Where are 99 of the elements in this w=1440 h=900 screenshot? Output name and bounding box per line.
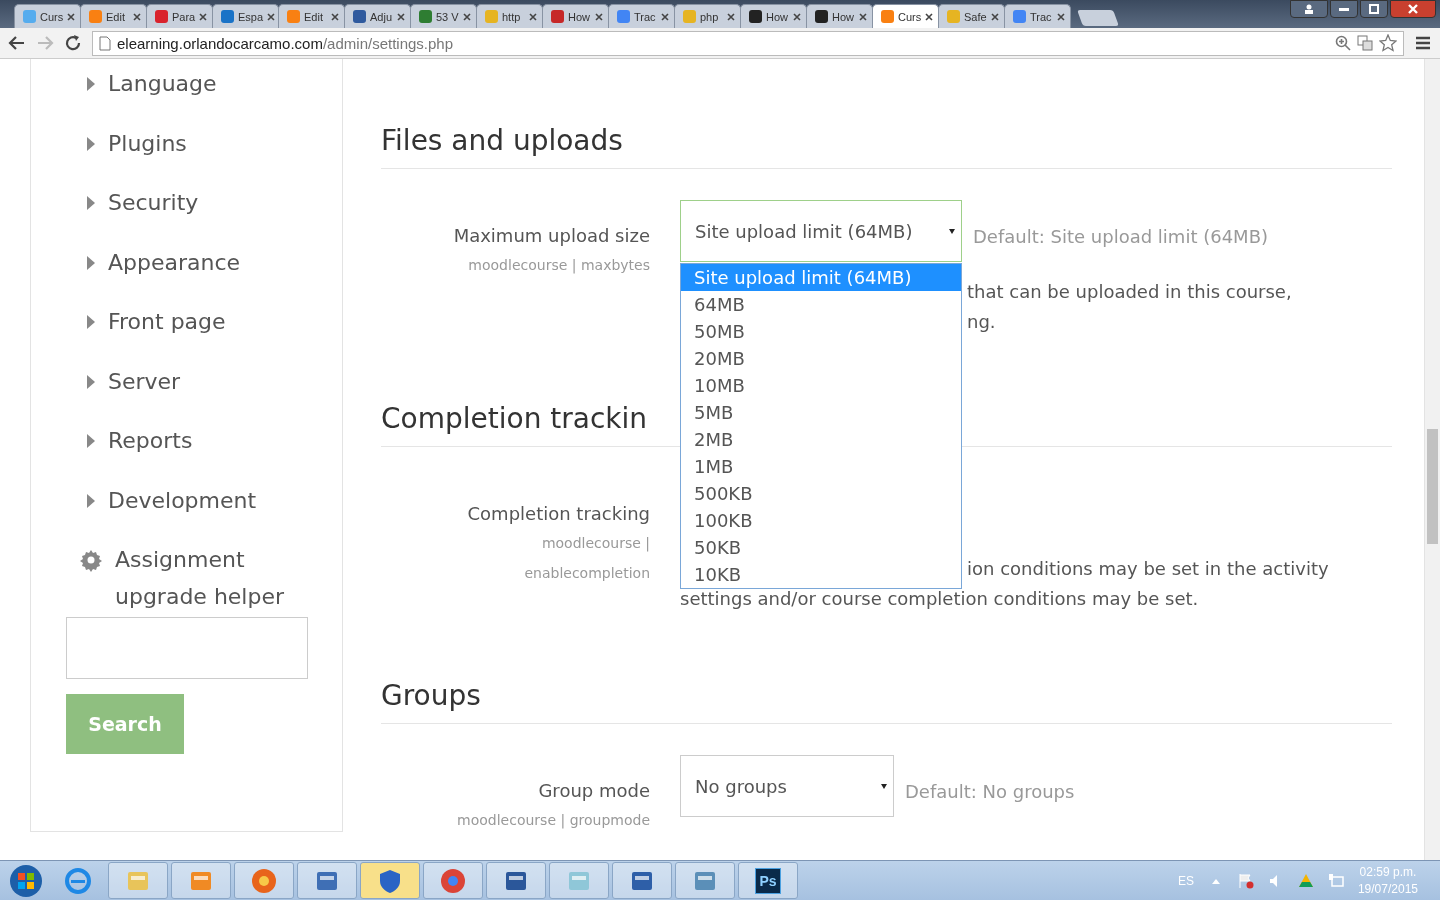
browser-tab[interactable]: 53 V	[410, 4, 477, 28]
setting-description: ng.	[967, 310, 996, 334]
expand-arrow-icon[interactable]	[86, 492, 96, 509]
browser-tab[interactable]: Adju	[344, 4, 411, 28]
section-heading: Groups	[381, 671, 1392, 724]
zoom-icon[interactable]	[1335, 35, 1351, 51]
sidebar-item[interactable]: Reports	[108, 422, 308, 459]
menu-icon[interactable]	[1414, 34, 1432, 52]
browser-tab[interactable]: Curs	[14, 4, 81, 28]
select-field[interactable]: No groups	[680, 755, 894, 817]
close-icon[interactable]	[397, 12, 405, 21]
expand-arrow-icon[interactable]	[86, 135, 96, 152]
browser-tab[interactable]: How	[542, 4, 609, 28]
default-value: Default: No groups	[905, 780, 1075, 802]
browser-tab[interactable]: Para	[146, 4, 213, 28]
setting-label: Completion tracking	[467, 503, 650, 524]
close-icon[interactable]	[595, 12, 603, 21]
sidebar-item[interactable]: Appearance	[108, 243, 308, 281]
close-icon[interactable]	[727, 12, 735, 21]
taskbar-button[interactable]	[486, 862, 546, 899]
person-icon	[1304, 4, 1314, 14]
scrollbar[interactable]	[1424, 59, 1440, 860]
browser-tab[interactable]: Trac	[608, 4, 675, 28]
flag-icon[interactable]	[1237, 872, 1254, 889]
close-icon[interactable]	[199, 12, 208, 21]
app-icon: Ps	[755, 867, 781, 894]
close-icon[interactable]	[859, 12, 867, 21]
minimize-icon	[1339, 7, 1349, 11]
sidebar-item[interactable]: Security	[108, 184, 308, 221]
caret-icon	[881, 783, 887, 789]
taskbar-button[interactable]	[675, 862, 735, 899]
setting-label: Maximum upload size	[453, 225, 650, 246]
close-icon	[1408, 4, 1418, 14]
browser-tab[interactable]: How	[740, 4, 807, 28]
page-icon	[99, 35, 111, 51]
sidebar-item[interactable]: Front page	[108, 303, 308, 340]
select-field[interactable]: Site upload limit (64MB)	[680, 200, 962, 262]
expand-arrow-icon[interactable]	[86, 373, 96, 390]
maximize-icon	[1369, 4, 1379, 14]
expand-arrow-icon[interactable]	[86, 76, 96, 92]
close-icon[interactable]	[463, 12, 471, 21]
setting-description: ion conditions may be set in the activity	[967, 557, 1329, 581]
expand-arrow-icon[interactable]	[86, 195, 96, 211]
gear-icon	[79, 548, 103, 572]
default-value: Default: Site upload limit (64MB)	[973, 225, 1268, 247]
setting-description: that can be uploaded in this course,	[967, 280, 1292, 304]
taskbar-button[interactable]	[297, 862, 357, 899]
setting-name: moodlecourse | maxbytes	[467, 256, 650, 276]
sidebar-item[interactable]: Plugins	[108, 124, 308, 162]
taskbar-button[interactable]	[612, 862, 672, 899]
address-bar[interactable]: elearning.orlandocarcamo.com/admin/settings.php	[92, 30, 1404, 56]
shield-icon	[377, 867, 403, 894]
browser-tab[interactable]: Espa	[212, 4, 279, 28]
setting-name: moodlecourse | groupmode	[456, 811, 650, 831]
new-tab-button[interactable]	[1077, 10, 1119, 26]
setting-label: Group mode	[538, 780, 650, 801]
browser-tab[interactable]: Safe	[938, 4, 1005, 28]
sidebar-item[interactable]: Language	[108, 65, 308, 102]
star-icon[interactable]	[1379, 34, 1397, 52]
close-icon[interactable]	[1057, 12, 1065, 21]
back-icon[interactable]	[8, 34, 26, 52]
expand-arrow-icon[interactable]	[86, 433, 96, 449]
reload-icon[interactable]	[64, 34, 82, 52]
maximize-button[interactable]	[1360, 0, 1388, 18]
close-icon[interactable]	[661, 12, 669, 21]
search-field[interactable]	[66, 617, 308, 679]
close-icon[interactable]	[267, 12, 276, 21]
browser-icon[interactable]	[65, 867, 91, 894]
setting-name: moodlecourse | enablecompletion	[523, 534, 650, 583]
browser-tab[interactable]: php	[674, 4, 741, 28]
sidebar-item[interactable]: Assignment upgrade helper	[115, 541, 315, 615]
close-icon[interactable]	[67, 12, 76, 21]
taskbar-button[interactable]	[360, 862, 420, 899]
close-icon[interactable]	[925, 12, 934, 21]
close-icon[interactable]	[529, 12, 537, 21]
translate-icon[interactable]	[1357, 35, 1373, 51]
taskbar-button[interactable]	[234, 862, 294, 899]
close-icon[interactable]	[793, 12, 801, 21]
taskbar-button[interactable]	[423, 862, 483, 899]
browser-tab[interactable]: How	[806, 4, 873, 28]
user-button[interactable]	[1290, 0, 1328, 18]
close-icon[interactable]	[991, 12, 999, 21]
browser-tab[interactable]: Edit	[278, 4, 345, 28]
sidebar-item[interactable]: Development	[108, 481, 308, 519]
sidebar-item[interactable]: Server	[108, 362, 308, 400]
section-heading: Files and uploads	[381, 116, 1392, 169]
expand-arrow-icon[interactable]	[86, 254, 96, 271]
setting-description: settings and/or course completion conditions may be set.	[680, 587, 1199, 611]
close-button[interactable]	[1390, 0, 1436, 18]
browser-tab[interactable]: http	[476, 4, 543, 28]
browser-tab[interactable]: Edit	[80, 4, 147, 28]
browser-tab[interactable]: Curs	[872, 4, 939, 28]
caret-icon	[949, 228, 955, 234]
minimize-button[interactable]	[1330, 0, 1358, 18]
expand-arrow-icon[interactable]	[86, 314, 96, 330]
close-icon[interactable]	[133, 12, 141, 21]
browser-tab[interactable]: Trac	[1004, 4, 1071, 28]
taskbar-button[interactable]: Ps	[738, 862, 798, 899]
close-icon[interactable]	[331, 12, 339, 21]
